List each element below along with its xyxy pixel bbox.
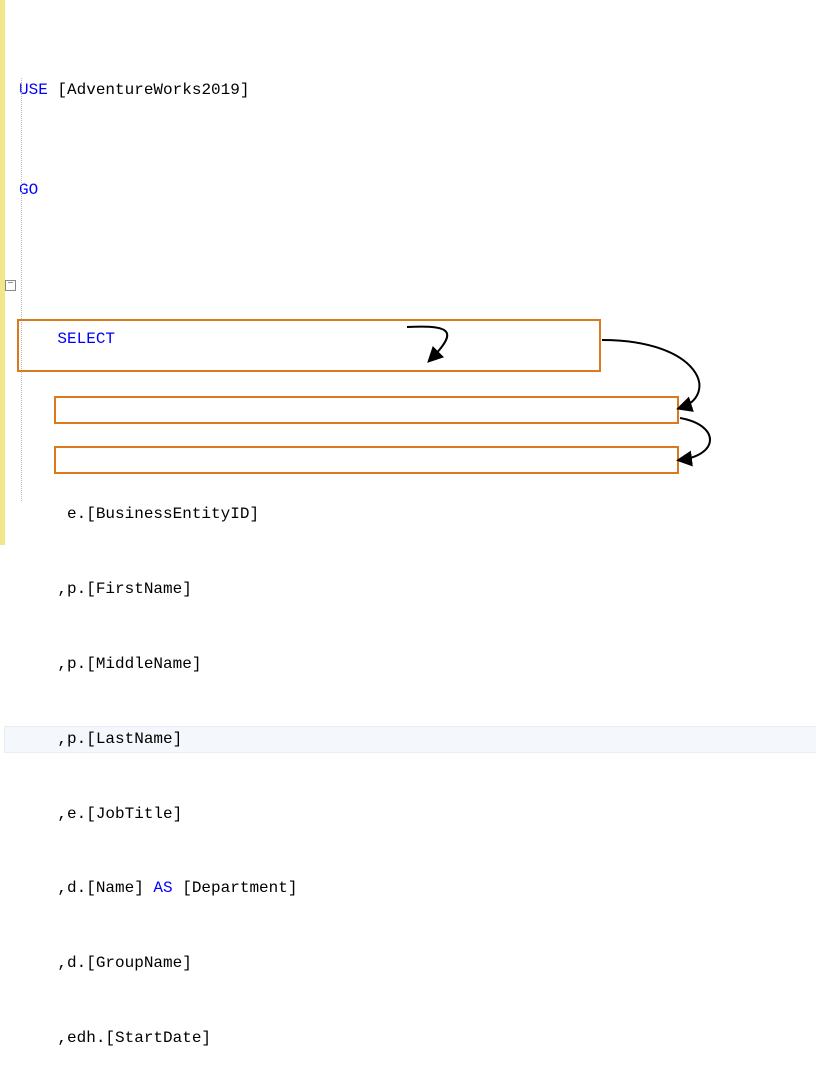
keyword-use: USE — [19, 81, 48, 99]
code-line: USE [AdventureWorks2019] — [5, 78, 816, 103]
code-editor[interactable]: USE [AdventureWorks2019] GO − SELECT e.[… — [5, 3, 816, 1090]
code-line: − SELECT — [5, 277, 816, 377]
db-name: [AdventureWorks2019] — [48, 81, 250, 99]
fold-toggle-icon[interactable]: − — [5, 280, 16, 291]
fold-guide-line — [21, 78, 22, 501]
code-line: ,p.[MiddleName] — [5, 652, 816, 677]
code-line: GO — [5, 178, 816, 203]
keyword-as: AS — [153, 879, 172, 897]
code-line-current: ,p.[LastName] — [5, 727, 816, 752]
code-line: ,d.[Name] AS [Department] — [5, 876, 816, 901]
code-line: ,e.[JobTitle] — [5, 802, 816, 827]
code-line: ,d.[GroupName] — [5, 951, 816, 976]
code-line: e.[BusinessEntityID] — [5, 502, 816, 527]
keyword-select: SELECT — [57, 330, 115, 348]
code-line: ,p.[FirstName] — [5, 577, 816, 602]
code-line: ,edh.[StartDate] — [5, 1026, 816, 1051]
